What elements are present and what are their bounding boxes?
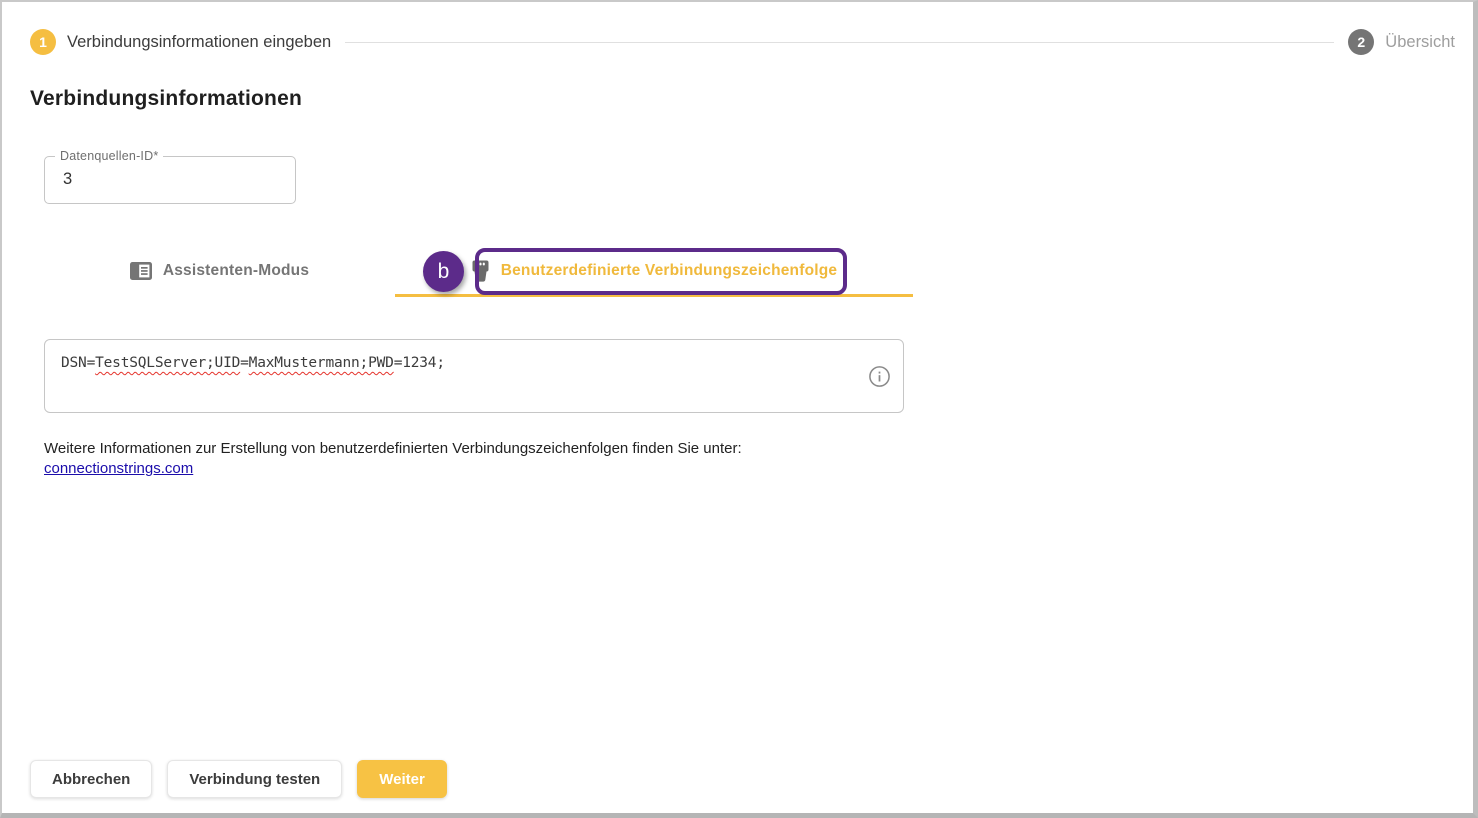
stepper-step-2[interactable]: 2 Übersicht [1348, 29, 1455, 55]
mode-tabs: Assistenten-Modus Benutzerdefinierte Ver… [44, 248, 913, 297]
tab-custom-connection-string[interactable]: Benutzerdefinierte Verbindungszeichenfol… [395, 248, 913, 294]
connstring-segment: = [240, 355, 249, 371]
connection-string-input[interactable]: DSN=TestSQLServer;UID=MaxMustermann;PWD=… [44, 339, 904, 413]
tab-assistant-mode-label: Assistenten-Modus [163, 262, 309, 280]
wizard-mode-icon [130, 262, 152, 280]
connstring-segment: DSN= [61, 355, 95, 371]
cancel-button[interactable]: Abbrechen [30, 760, 152, 798]
stepper-step-1[interactable]: 1 Verbindungsinformationen eingeben [30, 29, 331, 55]
stepper: 1 Verbindungsinformationen eingeben 2 Üb… [30, 29, 1455, 55]
datasource-id-label: Datenquellen-ID* [55, 149, 163, 163]
connstring-segment-misspelled: MaxMustermann;PWD [249, 355, 394, 371]
action-bar: Abbrechen Verbindung testen Weiter [30, 760, 447, 798]
tab-custom-connection-string-label: Benutzerdefinierte Verbindungszeichenfol… [501, 262, 838, 280]
step-1-label: Verbindungsinformationen eingeben [67, 33, 331, 52]
stepper-connector [345, 42, 1334, 43]
help-text: Weitere Informationen zur Erstellung von… [44, 439, 742, 459]
connstring-segment: =1234; [394, 355, 445, 371]
connectionstrings-link[interactable]: connectionstrings.com [44, 460, 193, 477]
datasource-id-field[interactable]: Datenquellen-ID* 3 [44, 156, 296, 204]
tab-assistant-mode[interactable]: Assistenten-Modus [44, 248, 395, 294]
step-2-badge: 2 [1348, 29, 1374, 55]
info-icon[interactable] [868, 365, 891, 388]
help-text-block: Weitere Informationen zur Erstellung von… [44, 439, 742, 479]
connstring-segment-misspelled: TestSQLServer;UID [95, 355, 240, 371]
annotation-bubble-b: b [423, 251, 464, 292]
plug-icon [471, 260, 490, 282]
wizard-window: 1 Verbindungsinformationen eingeben 2 Üb… [0, 0, 1478, 818]
active-tab-indicator [395, 294, 913, 297]
test-connection-button[interactable]: Verbindung testen [167, 760, 342, 798]
step-2-label: Übersicht [1385, 33, 1455, 52]
next-button[interactable]: Weiter [357, 760, 447, 798]
step-1-badge: 1 [30, 29, 56, 55]
page-title: Verbindungsinformationen [30, 87, 302, 111]
